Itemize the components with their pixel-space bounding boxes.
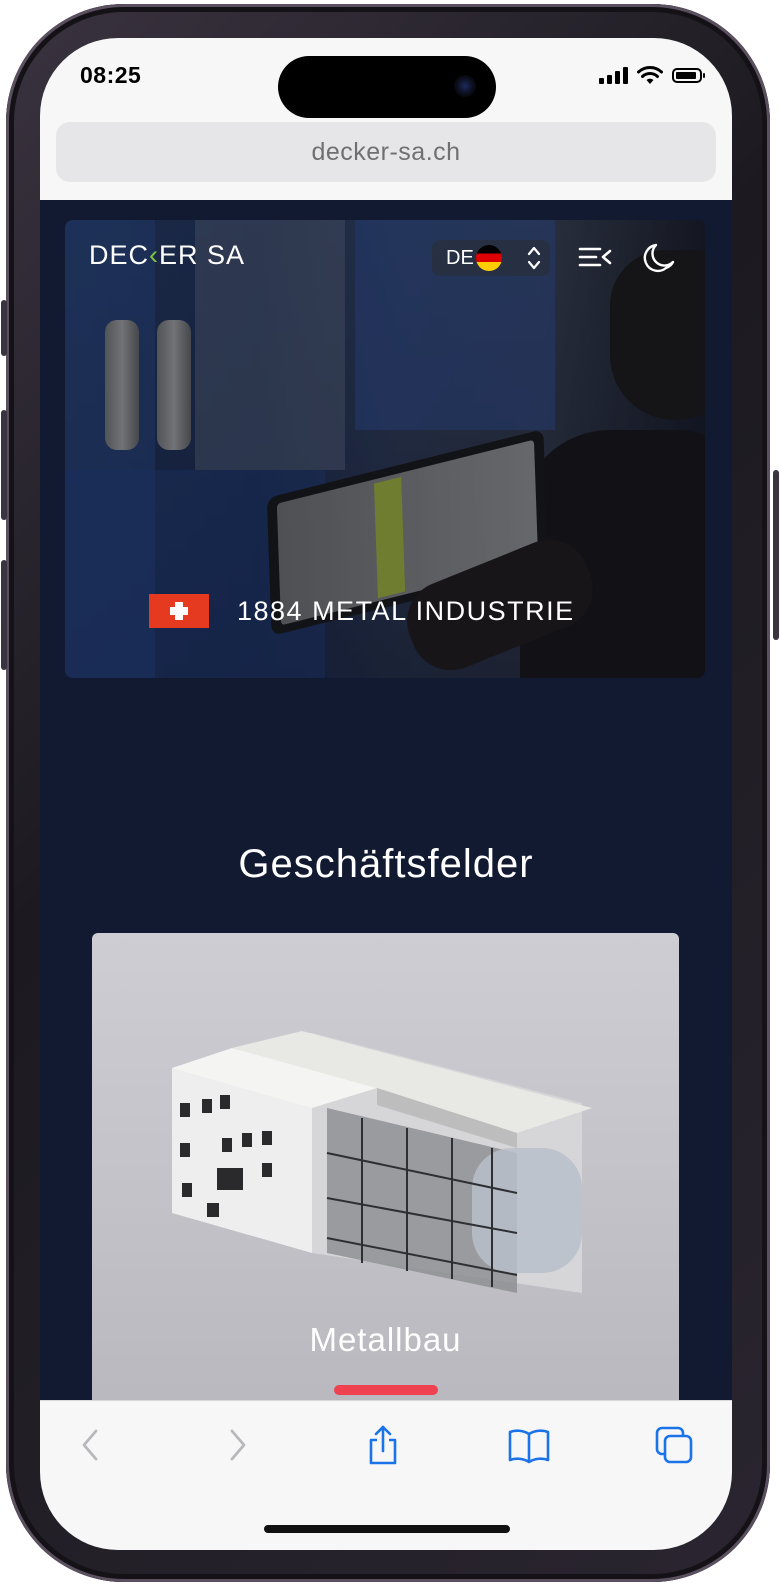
home-indicator[interactable] — [264, 1525, 510, 1533]
site-logo[interactable]: DEC‹ER SA — [89, 240, 245, 271]
chevron-right-icon — [230, 1429, 246, 1461]
web-content: DEC‹ER SA DE 1884 METAL INDUSTRIE Geschä… — [40, 200, 732, 1413]
swiss-flag-icon — [149, 594, 209, 628]
tabs-icon — [655, 1426, 693, 1464]
section-title: Geschäftsfelder — [238, 842, 534, 886]
language-select[interactable]: DE — [432, 240, 550, 276]
status-time: 08:25 — [80, 62, 142, 88]
book-icon — [508, 1429, 550, 1464]
status-icons — [599, 66, 705, 85]
camera-icon — [454, 75, 476, 97]
phone-screen: 08:25 decker-sa.ch DEC‹ER SA DE 1884 MET… — [40, 38, 732, 1550]
chevron-left-icon — [82, 1429, 98, 1461]
wifi-icon — [637, 66, 663, 84]
menu-collapse-icon[interactable] — [578, 242, 614, 272]
logo-k-mark: ‹ — [149, 240, 160, 270]
card-active-indicator — [334, 1385, 438, 1395]
action-button — [1, 300, 7, 356]
address-bar-area: decker-sa.ch — [40, 118, 732, 200]
hero-banner: DEC‹ER SA DE 1884 METAL INDUSTRIE — [65, 220, 705, 678]
volume-down-button — [1, 560, 7, 670]
building-illustration — [172, 1031, 592, 1293]
back-button[interactable] — [60, 1415, 120, 1475]
chevron-up-down-icon — [527, 246, 541, 270]
german-flag-icon — [475, 245, 502, 271]
bookmarks-button[interactable] — [499, 1415, 559, 1475]
dynamic-island — [278, 56, 496, 118]
address-bar[interactable]: decker-sa.ch — [56, 122, 716, 182]
tagline: 1884 METAL INDUSTRIE — [149, 594, 575, 628]
business-card-metallbau[interactable]: Metallbau — [92, 933, 679, 1413]
tabs-button[interactable] — [644, 1415, 704, 1475]
share-button[interactable] — [353, 1415, 413, 1475]
moon-icon[interactable] — [640, 238, 680, 278]
card-label: Metallbau — [309, 1321, 462, 1358]
tagline-text: 1884 METAL INDUSTRIE — [237, 595, 575, 626]
cellular-signal-icon — [599, 67, 628, 84]
volume-up-button — [1, 410, 7, 520]
forward-button[interactable] — [208, 1415, 268, 1475]
battery-icon — [672, 68, 705, 83]
url-text: decker-sa.ch — [311, 137, 461, 166]
share-icon — [369, 1425, 397, 1465]
status-bar: 08:25 — [40, 38, 732, 118]
browser-toolbar — [40, 1400, 732, 1550]
language-code: DE — [446, 246, 474, 269]
power-button — [773, 470, 779, 640]
